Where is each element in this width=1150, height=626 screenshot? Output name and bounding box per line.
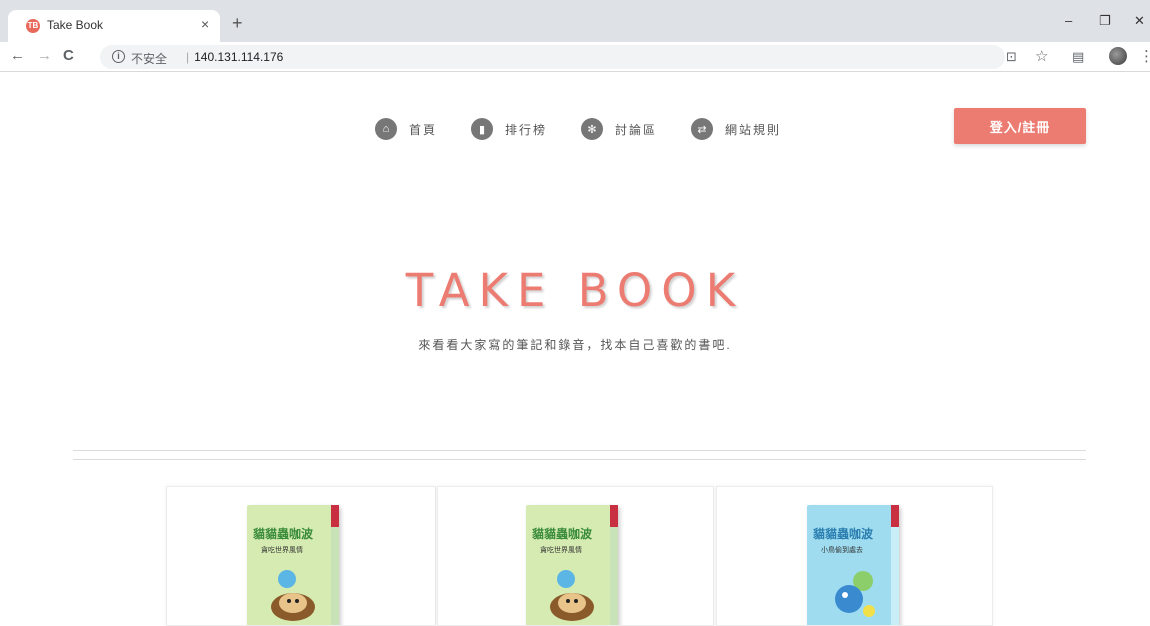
cover-title: 貓貓蟲咖波 bbox=[813, 527, 874, 541]
cover-tag bbox=[610, 505, 618, 527]
book-card[interactable]: 貓貓蟲咖波 貪吃世界風情 bbox=[166, 486, 436, 626]
login-register-button[interactable]: 登入/註冊 bbox=[954, 108, 1086, 144]
book-cover[interactable]: 貓貓蟲咖波 貪吃世界風情 bbox=[526, 505, 618, 625]
restore-icon[interactable]: ❐ bbox=[1099, 13, 1111, 29]
new-tab-icon[interactable]: + bbox=[232, 14, 243, 32]
divider bbox=[73, 459, 1086, 460]
nav-home-label: 首頁 bbox=[409, 122, 438, 137]
cover-subtitle: 貪吃世界風情 bbox=[261, 547, 303, 554]
hero-subtitle: 來看看大家寫的筆記和錄音，找本自己喜歡的書吧. bbox=[418, 338, 732, 352]
cover-title: 貓貓蟲咖波 bbox=[253, 527, 314, 541]
retweet-icon: ⇄ bbox=[691, 118, 713, 140]
bookmark-star-icon[interactable]: ☆ bbox=[1035, 47, 1048, 65]
divider bbox=[73, 450, 1086, 451]
nav-ranking[interactable]: ▮ 排行榜 bbox=[471, 117, 547, 141]
cat-illustration-icon bbox=[550, 570, 594, 621]
nav-rules-label: 網站規則 bbox=[725, 122, 782, 137]
book-cover[interactable]: 貓貓蟲咖波 貪吃世界風情 bbox=[247, 505, 339, 625]
browser-toolbar: ← → C i 不安全 | 140.131.114.176 ⊡ ☆ ▤ ⋮ bbox=[0, 42, 1150, 72]
tab-title: Take Book bbox=[47, 18, 104, 32]
hero-title: TAKE BOOK bbox=[405, 264, 745, 317]
nav-forum[interactable]: ✻ 討論區 bbox=[581, 117, 657, 141]
book-card[interactable]: 貓貓蟲咖波 貪吃世界風情 bbox=[437, 486, 714, 626]
minimize-icon[interactable]: – bbox=[1065, 13, 1072, 28]
forward-icon[interactable]: → bbox=[37, 47, 52, 64]
browser-tab[interactable]: TB Take Book × bbox=[8, 10, 220, 42]
cover-tag bbox=[331, 505, 339, 527]
home-icon: ⌂ bbox=[375, 118, 397, 140]
translate-icon[interactable]: ⊡ bbox=[1006, 49, 1017, 65]
url-text: | 140.131.114.176 bbox=[186, 50, 284, 64]
security-label: 不安全 bbox=[131, 52, 168, 66]
tab-close-icon[interactable]: × bbox=[201, 16, 209, 32]
browser-tab-strip: TB Take Book × + – ❐ ✕ bbox=[0, 0, 1150, 42]
cover-subtitle: 小鳥偷到處去 bbox=[821, 547, 863, 554]
reader-icon[interactable]: ▤ bbox=[1072, 49, 1084, 65]
nav-forum-label: 討論區 bbox=[615, 122, 658, 137]
bird-illustration-icon bbox=[835, 571, 875, 617]
info-icon[interactable]: i bbox=[112, 50, 125, 63]
reload-icon[interactable]: C bbox=[63, 47, 74, 64]
book-card[interactable]: 貓貓蟲咖波 小鳥偷到處去 bbox=[716, 486, 993, 626]
gear-icon: ✻ bbox=[581, 118, 603, 140]
menu-icon[interactable]: ⋮ bbox=[1139, 47, 1150, 65]
bar-chart-icon: ▮ bbox=[471, 118, 493, 140]
favicon-icon: TB bbox=[26, 19, 40, 33]
profile-avatar-icon[interactable] bbox=[1109, 47, 1127, 65]
window-close-icon[interactable]: ✕ bbox=[1134, 13, 1145, 29]
nav-rules[interactable]: ⇄ 網站規則 bbox=[691, 117, 781, 141]
cover-tag bbox=[891, 505, 899, 527]
cover-title: 貓貓蟲咖波 bbox=[532, 527, 593, 541]
nav-home[interactable]: ⌂ 首頁 bbox=[375, 117, 437, 141]
cover-subtitle: 貪吃世界風情 bbox=[540, 547, 582, 554]
book-cover[interactable]: 貓貓蟲咖波 小鳥偷到處去 bbox=[807, 505, 899, 625]
cat-illustration-icon bbox=[271, 570, 315, 621]
back-icon[interactable]: ← bbox=[10, 47, 25, 64]
nav-ranking-label: 排行榜 bbox=[505, 122, 548, 137]
address-bar[interactable]: i 不安全 | 140.131.114.176 bbox=[100, 45, 1005, 69]
